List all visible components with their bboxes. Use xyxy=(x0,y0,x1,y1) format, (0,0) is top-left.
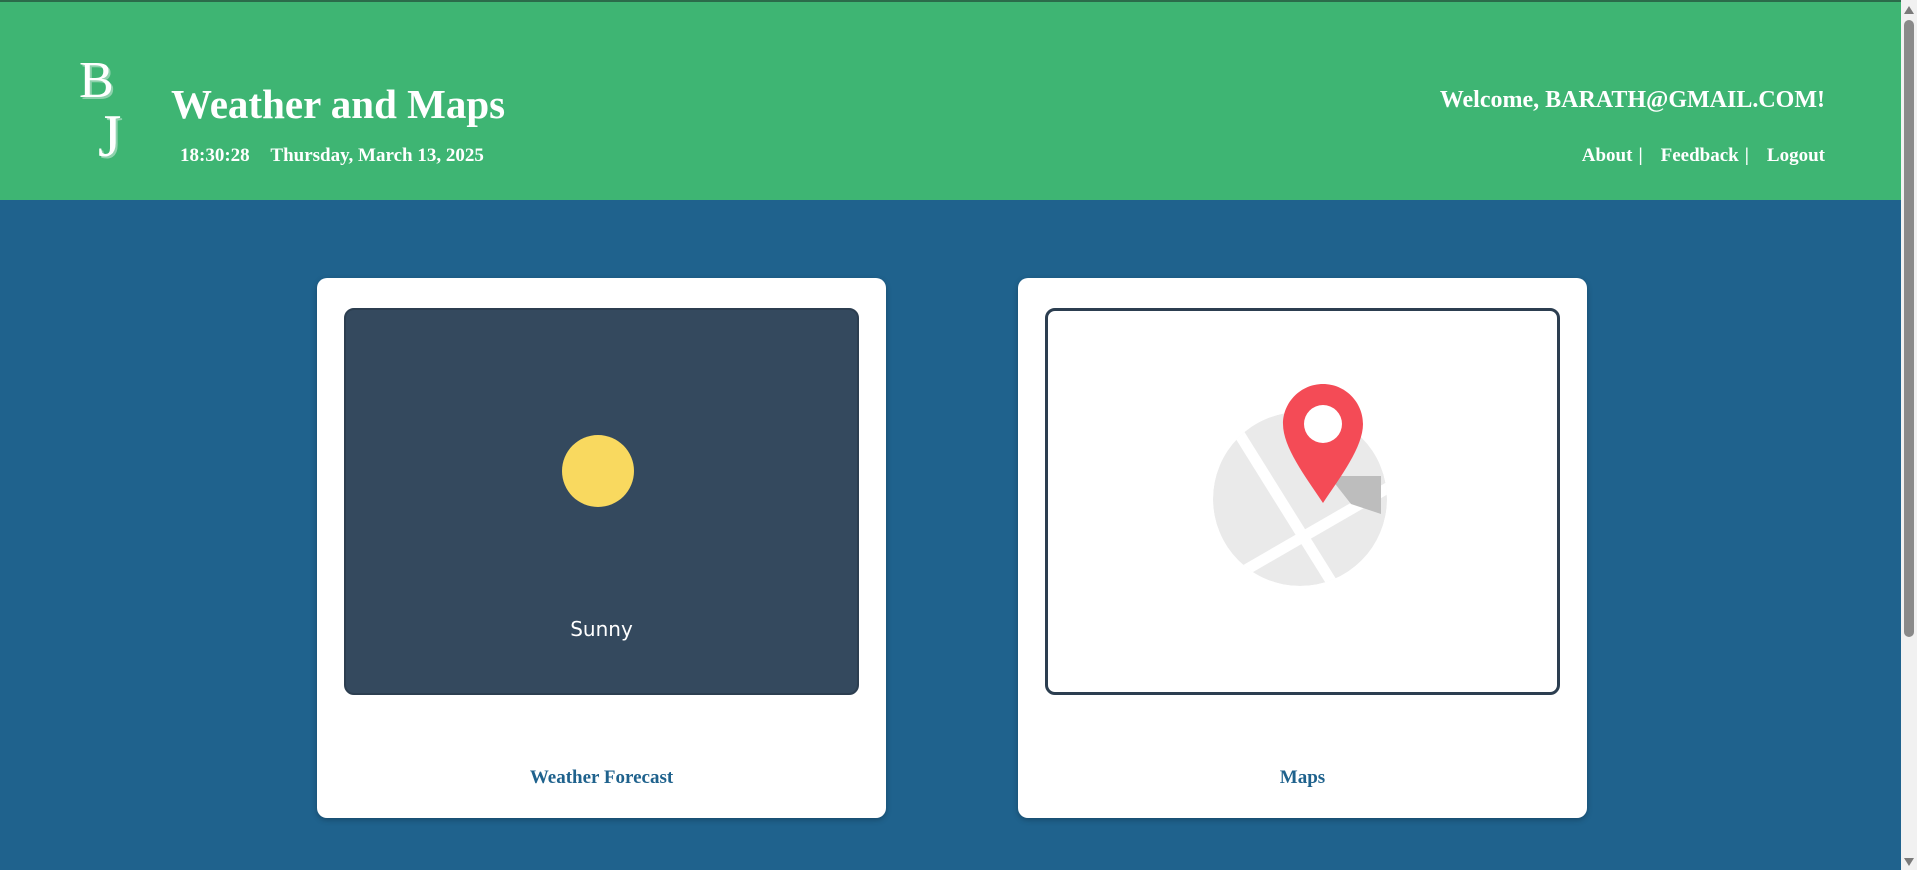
map-pin-icon xyxy=(1213,384,1387,586)
scrollbar-thumb[interactable] xyxy=(1904,20,1914,637)
site-header: B B J J Weather and Maps 18:30:28 Thursd… xyxy=(0,2,1901,200)
svg-text:B: B xyxy=(79,57,114,109)
scroll-up-icon[interactable] xyxy=(1904,6,1914,14)
weather-card[interactable]: Sunny Weather Forecast xyxy=(317,278,886,818)
scroll-down-icon[interactable] xyxy=(1904,858,1914,866)
welcome-message: Welcome, BARATH@GMAIL.COM! xyxy=(1439,87,1825,113)
about-link[interactable]: About xyxy=(1582,145,1633,166)
sun-icon xyxy=(562,435,634,507)
page-title: Weather and Maps xyxy=(171,81,506,127)
vertical-scrollbar[interactable] xyxy=(1901,0,1917,870)
logout-link[interactable]: Logout xyxy=(1767,145,1825,166)
maps-link[interactable]: Maps xyxy=(1018,767,1587,789)
maps-card[interactable]: Maps xyxy=(1018,278,1587,818)
nav-separator: | xyxy=(1744,145,1749,166)
header-nav: About | Feedback | Logout xyxy=(1582,145,1825,167)
weather-condition: Sunny xyxy=(570,617,633,641)
weather-preview[interactable]: Sunny xyxy=(344,308,859,695)
current-time: 18:30:28 xyxy=(180,145,250,166)
datetime-display: 18:30:28 Thursday, March 13, 2025 xyxy=(180,145,484,167)
maps-preview[interactable] xyxy=(1045,308,1560,695)
bj-logo: B B J J xyxy=(79,57,123,167)
svg-text:J: J xyxy=(98,103,121,167)
weather-forecast-link[interactable]: Weather Forecast xyxy=(317,767,886,789)
nav-separator: | xyxy=(1638,145,1643,166)
feedback-link[interactable]: Feedback xyxy=(1661,145,1739,166)
current-date: Thursday, March 13, 2025 xyxy=(270,145,484,166)
